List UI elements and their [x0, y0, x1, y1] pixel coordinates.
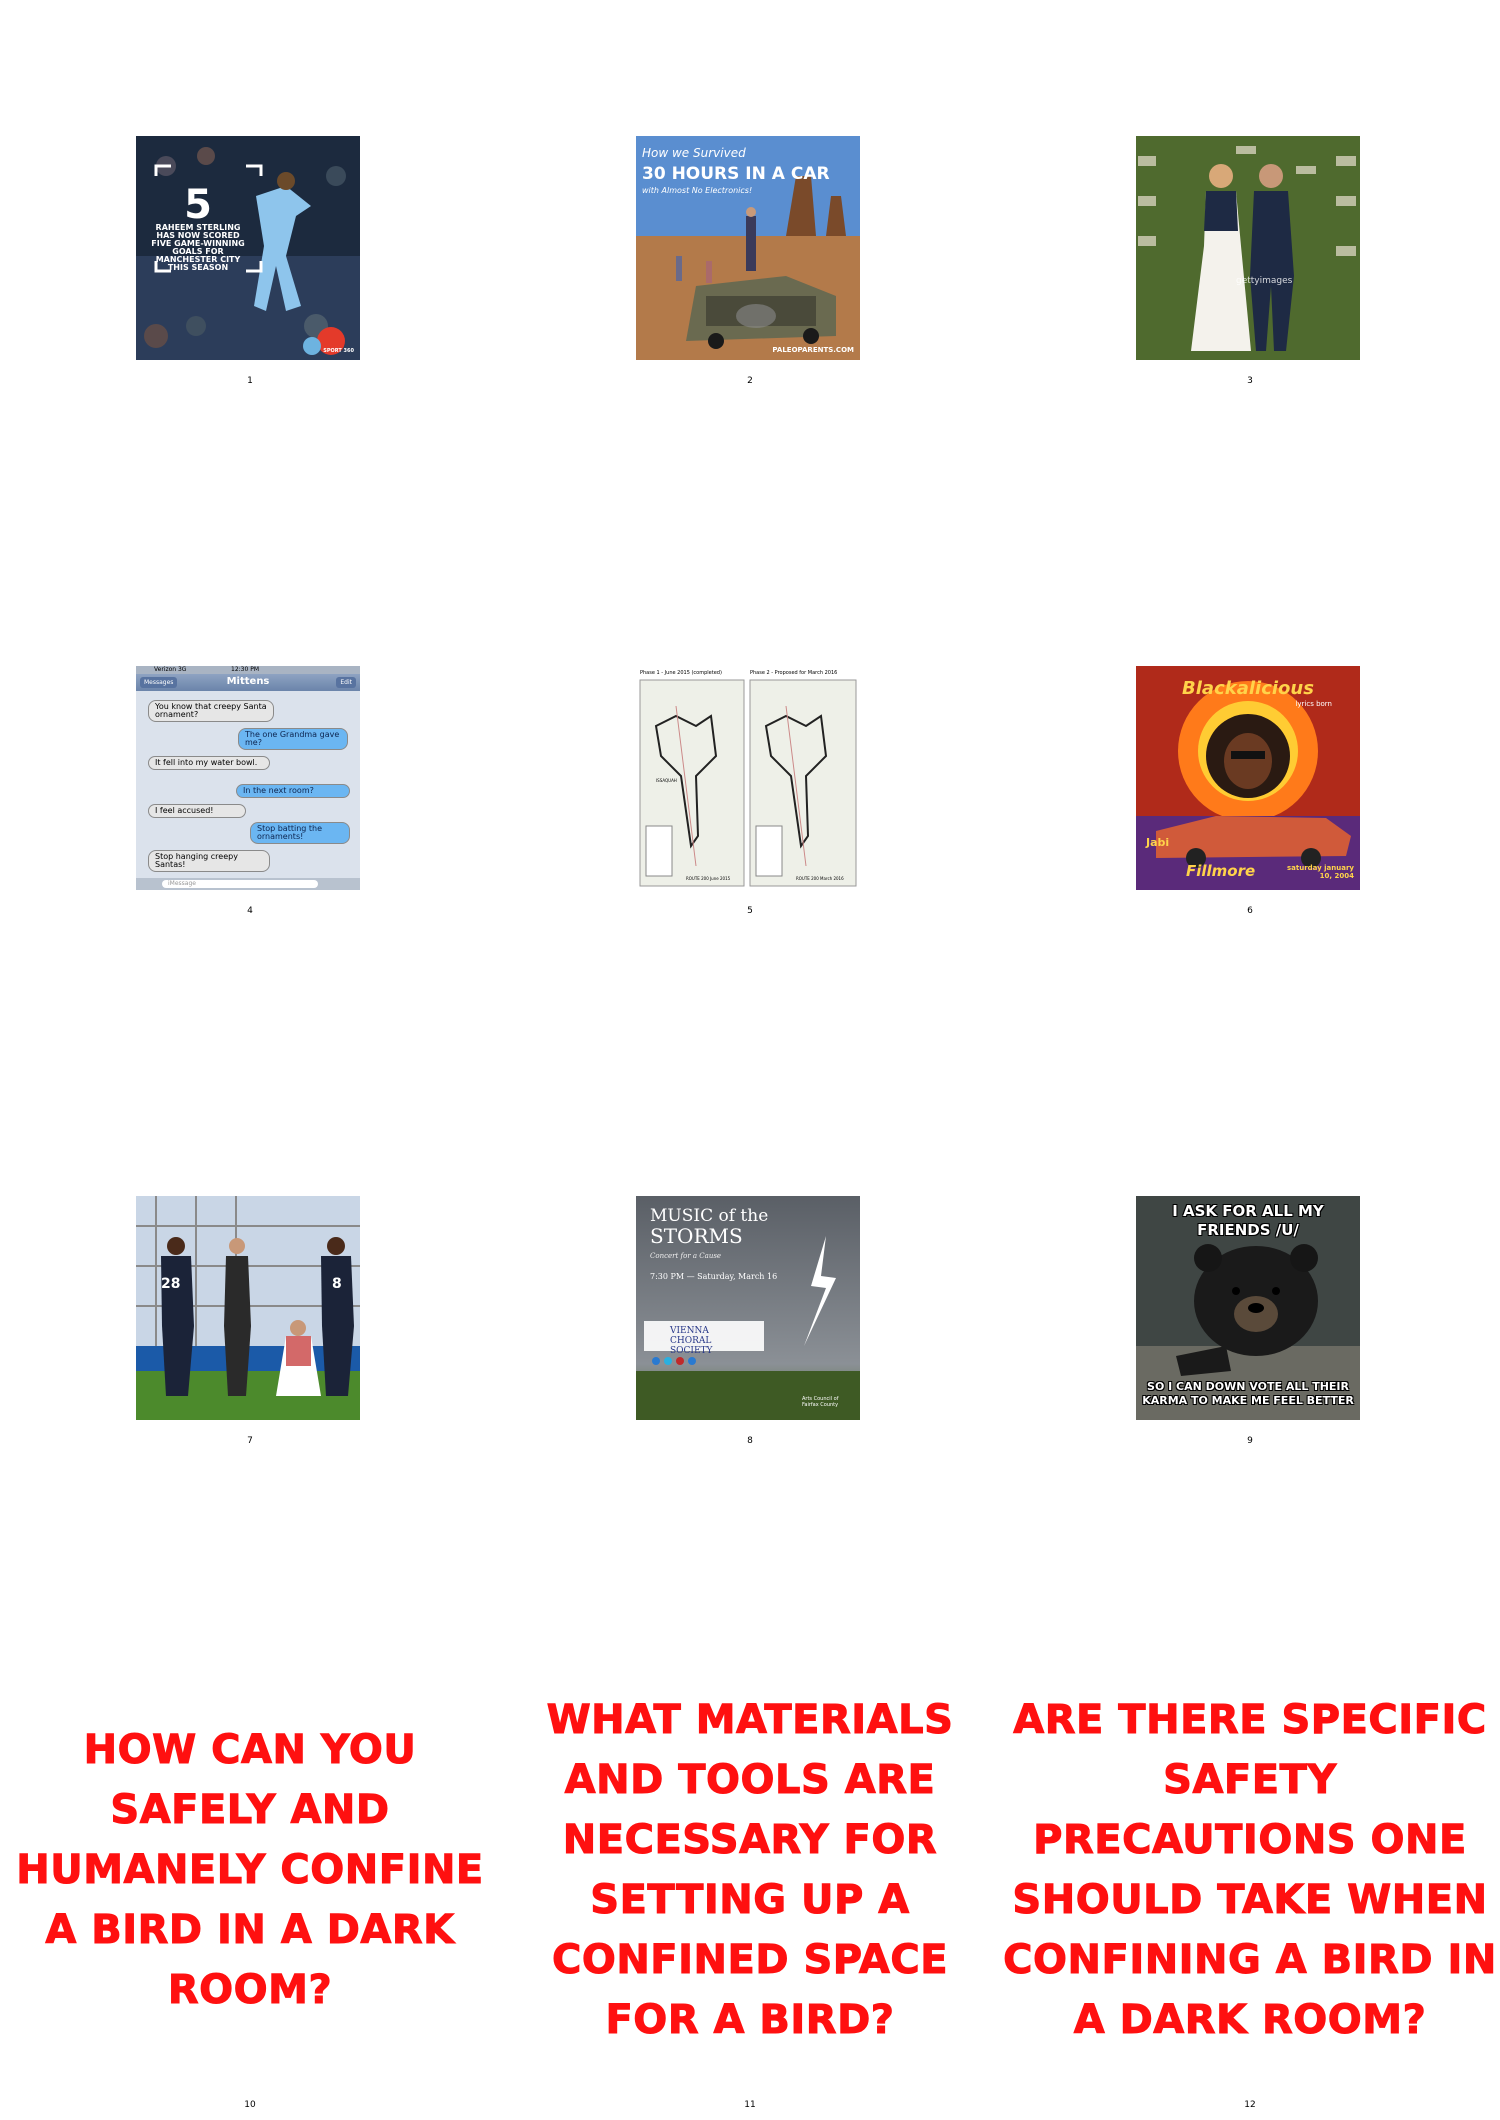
- cell-number: 8: [747, 1436, 753, 1446]
- edit-button: Edit: [336, 677, 356, 688]
- cell-number: 3: [1247, 376, 1253, 386]
- image-text-conversation: Verizon 3G 12:30 PM Messages Mittens Edi…: [136, 666, 360, 890]
- map-label: ISSAQUAH: [656, 778, 677, 783]
- poster-date: 7:30 PM — Saturday, March 16: [650, 1272, 778, 1281]
- message-input: iMessage: [162, 880, 318, 888]
- image-football-sterling: 5 RAHEEM STERLING HAS NOW SCORED FIVE GA…: [136, 136, 360, 360]
- cell-number: 1: [247, 376, 253, 386]
- player-number-left: 28: [161, 1276, 181, 1292]
- player-number-right: 8: [332, 1276, 342, 1292]
- image-confession-bear-meme: I ASK FOR ALL MY FRIENDS /U/ SO I CAN DO…: [1136, 1196, 1360, 1420]
- message-bubble-2: The one Grandma gave me?: [238, 728, 348, 750]
- cell-number: 6: [1247, 906, 1253, 916]
- status-time: 12:30 PM: [231, 666, 259, 673]
- cell-number: 12: [1244, 2100, 1256, 2110]
- grid-cell-12: ARE THERE SPECIFIC SAFETY PRECAUTIONS ON…: [1000, 1590, 1500, 2120]
- poster-subtitle: Concert for a Cause: [650, 1252, 722, 1260]
- grid-cell-5: Phase 1 - June 2015 (completed) Phase 2 …: [500, 530, 1000, 1060]
- question-text: HOW CAN YOU SAFELY AND HUMANELY CONFINE …: [16, 1727, 484, 2014]
- message-bubble-3: It fell into my water bowl.: [148, 756, 270, 770]
- credit-text: PALEOPARENTS.COM: [772, 346, 854, 354]
- poster-venue: Fillmore: [1186, 862, 1256, 880]
- meme-bottom-text: SO I CAN DOWN VOTE ALL THEIR KARMA TO MA…: [1142, 1380, 1354, 1407]
- message-bubble-1: You know that creepy Santa ornament?: [148, 700, 274, 722]
- poster-subtitle: lyrics born: [1295, 700, 1332, 708]
- image-red-carpet: gettyimages: [1136, 136, 1360, 360]
- poster-title-line1: MUSIC of the: [650, 1206, 769, 1226]
- grid-cell-8: MUSIC of the STORMS Concert for a Cause …: [500, 1060, 1000, 1590]
- meme-top-text: I ASK FOR ALL MY FRIENDS /U/: [1172, 1202, 1324, 1239]
- poster-date: saturday january 10, 2004: [1286, 864, 1354, 880]
- poster-title: Blackalicious: [1182, 678, 1314, 699]
- map-left-footer: ROUTE 200 June 2015: [686, 876, 731, 881]
- grid-cell-1: 5 RAHEEM STERLING HAS NOW SCORED FIVE GA…: [0, 0, 500, 530]
- message-bubble-4: In the next room?: [236, 784, 350, 798]
- poster-act: Jabi: [1146, 836, 1170, 849]
- image-concert-poster: Blackalicious lyrics born Jabi Fillmore …: [1136, 666, 1360, 890]
- cell-number: 7: [247, 1436, 253, 1446]
- sport-badge: SPORT 360: [323, 348, 354, 354]
- overlay-caption: RAHEEM STERLING HAS NOW SCORED FIVE GAME…: [151, 223, 245, 272]
- cell-number: 10: [244, 2100, 256, 2110]
- cell-number: 11: [744, 2100, 756, 2110]
- grid-cell-2: How we Survived 30 HOURS IN A CAR with A…: [500, 0, 1000, 530]
- title-big: 30 HOURS IN A CAR: [642, 164, 830, 184]
- grid-cell-3: gettyimages 3: [1000, 0, 1500, 530]
- image-car-desert: How we Survived 30 HOURS IN A CAR with A…: [636, 136, 860, 360]
- title-script-2: with Almost No Electronics!: [642, 186, 753, 195]
- grid-cell-10: HOW CAN YOU SAFELY AND HUMANELY CONFINE …: [0, 1590, 500, 2120]
- title-script: How we Survived: [642, 146, 746, 160]
- message-bubble-7: Stop hanging creepy Santas!: [148, 850, 270, 872]
- poster-footer: Arts Council of Fairfax County: [802, 1396, 839, 1408]
- image-football-match: 28 8: [136, 1196, 360, 1420]
- map-right-title: Phase 2 - Proposed for March 2016: [750, 670, 838, 676]
- cell-number: 5: [747, 906, 753, 916]
- map-right-footer: ROUTE 200 March 2016: [796, 876, 844, 881]
- image-choral-poster: MUSIC of the STORMS Concert for a Cause …: [636, 1196, 860, 1420]
- watermark-text: gettyimages: [1236, 276, 1293, 286]
- image-route-maps: Phase 1 - June 2015 (completed) Phase 2 …: [636, 666, 860, 890]
- status-carrier: Verizon 3G: [154, 666, 187, 673]
- question-text: ARE THERE SPECIFIC SAFETY PRECAUTIONS ON…: [1003, 1697, 1497, 2044]
- grid-cell-11: WHAT MATERIALS AND TOOLS ARE NECESSARY F…: [500, 1590, 1000, 2120]
- grid-cell-9: I ASK FOR ALL MY FRIENDS /U/ SO I CAN DO…: [1000, 1060, 1500, 1590]
- map-left-title: Phase 1 - June 2015 (completed): [640, 670, 722, 676]
- grid-cell-7: 28 8 7: [0, 1060, 500, 1590]
- grid-cell-4: Verizon 3G 12:30 PM Messages Mittens Edi…: [0, 530, 500, 1060]
- grid-cell-6: Blackalicious lyrics born Jabi Fillmore …: [1000, 530, 1500, 1060]
- message-bubble-5: I feel accused!: [148, 804, 246, 818]
- overlay-big-number: 5: [184, 182, 212, 228]
- cell-number: 9: [1247, 1436, 1253, 1446]
- question-text: WHAT MATERIALS AND TOOLS ARE NECESSARY F…: [546, 1697, 954, 2044]
- message-bubble-6: Stop batting the ornaments!: [250, 822, 350, 844]
- conversation-title: Mittens: [226, 676, 270, 687]
- cell-number: 4: [247, 906, 253, 916]
- poster-org: VIENNA CHORAL SOCIETY: [670, 1326, 713, 1356]
- cell-number: 2: [747, 376, 753, 386]
- poster-title-line2: STORMS: [650, 1224, 743, 1248]
